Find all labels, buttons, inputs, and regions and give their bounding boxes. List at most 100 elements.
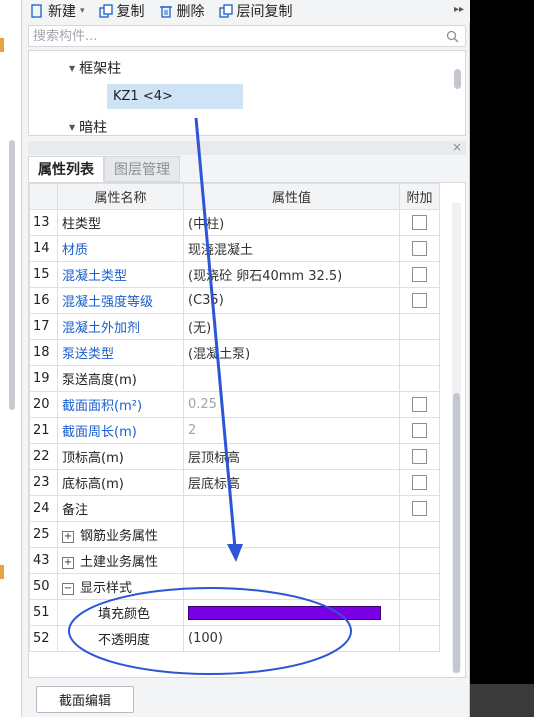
row-number: 16	[29, 287, 58, 314]
grid-scrollbar[interactable]	[452, 203, 461, 673]
extra-checkbox[interactable]	[412, 215, 427, 230]
tree-item-label: KZ1 <4>	[113, 89, 173, 104]
extra-checkbox[interactable]	[412, 449, 427, 464]
extra-checkbox[interactable]	[412, 475, 427, 490]
tab-layer-management[interactable]: 图层管理	[104, 156, 180, 182]
table-row[interactable]: 24 备注	[29, 495, 440, 522]
trash-icon	[159, 6, 172, 18]
overflow-chevron-icon[interactable]: ▸▸	[454, 4, 464, 15]
property-value[interactable]: 0.25	[183, 391, 400, 418]
property-value[interactable]: 层顶标高	[183, 443, 400, 470]
grid-scrollbar-thumb[interactable]	[453, 393, 460, 673]
tree-group-frame-column[interactable]: ▼ 框架柱	[69, 58, 121, 78]
tab-property-list[interactable]: 属性列表	[28, 156, 104, 182]
expand-icon[interactable]: +	[62, 530, 74, 543]
chevron-down-icon[interactable]: ▾	[80, 6, 85, 16]
property-value[interactable]	[183, 365, 400, 392]
copy-label: 复制	[116, 4, 145, 20]
table-row[interactable]: 23 底标高(m) 层底标高	[29, 469, 440, 496]
property-value[interactable]: (中柱)	[183, 209, 400, 236]
extra-checkbox[interactable]	[412, 267, 427, 282]
expand-icon[interactable]: +	[62, 556, 74, 569]
table-row[interactable]: 13 柱类型 (中柱)	[29, 209, 440, 236]
copy-icon	[98, 4, 113, 18]
extra-cell	[399, 599, 440, 626]
row-number: 25	[29, 521, 58, 548]
property-value[interactable]: 现浇混凝土	[183, 235, 400, 262]
extra-checkbox[interactable]	[412, 397, 427, 412]
floor-copy-button[interactable]: 层间复制	[218, 1, 293, 21]
row-number: 51	[29, 599, 58, 626]
property-value[interactable]: (100)	[183, 625, 400, 652]
table-row[interactable]: 52 不透明度 (100)	[29, 625, 440, 652]
tree-item-selected[interactable]: KZ1 <4>	[107, 84, 243, 109]
new-button[interactable]: 新建 ▾	[30, 1, 85, 21]
fill-color-swatch[interactable]	[188, 605, 381, 620]
property-name-text: 截面面积(m²)	[62, 399, 143, 414]
property-name: 填充颜色	[57, 599, 184, 626]
property-name[interactable]: + 钢筋业务属性	[57, 521, 184, 548]
property-name-text: 柱类型	[62, 217, 102, 232]
table-row[interactable]: 43 + 土建业务属性	[29, 547, 440, 574]
property-value[interactable]: 2	[183, 417, 400, 444]
extra-checkbox[interactable]	[412, 423, 427, 438]
property-name[interactable]: − 显示样式	[57, 573, 184, 600]
property-value[interactable]	[183, 547, 400, 574]
close-icon[interactable]: ×	[452, 140, 462, 154]
extra-checkbox[interactable]	[412, 501, 427, 516]
property-panel: 新建 ▾ 复制 删除 层间复制 ▸▸ ▼ 框架柱 KZ1 <4> ▼ 暗柱	[22, 0, 470, 717]
property-name-text: 混凝土强度等级	[62, 295, 154, 310]
property-value[interactable]	[183, 495, 400, 522]
delete-button[interactable]: 删除	[159, 1, 205, 21]
table-row[interactable]: 51 填充颜色	[29, 599, 440, 626]
table-row[interactable]: 19 泵送高度(m)	[29, 365, 440, 392]
property-value[interactable]: (无)	[183, 313, 400, 340]
property-value[interactable]	[183, 573, 400, 600]
search-input[interactable]	[33, 28, 433, 44]
extra-checkbox[interactable]	[412, 293, 427, 308]
property-value[interactable]	[183, 599, 400, 626]
extra-cell	[399, 469, 440, 496]
property-name[interactable]: + 土建业务属性	[57, 547, 184, 574]
table-row[interactable]: 25 + 钢筋业务属性	[29, 521, 440, 548]
table-row[interactable]: 22 顶标高(m) 层顶标高	[29, 443, 440, 470]
table-row[interactable]: 17 混凝土外加剂 (无)	[29, 313, 440, 340]
caret-down-icon[interactable]: ▼	[69, 64, 75, 73]
property-value[interactable]: (混凝土泵)	[183, 339, 400, 366]
tree-scrollbar-thumb[interactable]	[454, 69, 461, 89]
property-name-text: 不透明度	[98, 633, 151, 648]
row-number: 15	[29, 261, 58, 288]
tree-group-label: 暗柱	[79, 120, 108, 136]
marker-tick	[0, 565, 4, 579]
new-icon	[31, 4, 42, 18]
row-number: 43	[29, 547, 58, 574]
drawing-viewport[interactable]	[470, 0, 534, 717]
table-row[interactable]: 20 截面面积(m²) 0.25	[29, 391, 440, 418]
section-edit-button[interactable]: 截面编辑	[36, 686, 134, 713]
property-value[interactable]: (现浇砼 卵石40mm 32.5)	[183, 261, 400, 288]
extra-checkbox[interactable]	[412, 241, 427, 256]
row-number: 24	[29, 495, 58, 522]
caret-down-icon[interactable]: ▼	[69, 123, 75, 132]
property-value[interactable]: (C35)	[183, 287, 400, 314]
collapse-icon[interactable]: −	[62, 582, 74, 595]
row-number: 50	[29, 573, 58, 600]
table-row[interactable]: 21 截面周长(m) 2	[29, 417, 440, 444]
panel-divider: ×	[28, 140, 466, 155]
table-row[interactable]: 15 混凝土类型 (现浇砼 卵石40mm 32.5)	[29, 261, 440, 288]
table-row[interactable]: 16 混凝土强度等级 (C35)	[29, 287, 440, 314]
left-scrollbar[interactable]	[9, 140, 15, 410]
left-side-strip	[0, 0, 22, 717]
tree-group-hidden-column[interactable]: ▼ 暗柱	[69, 117, 108, 136]
property-value[interactable]	[183, 521, 400, 548]
search-icon[interactable]	[446, 30, 459, 43]
tab-bar: 属性列表 图层管理	[28, 156, 466, 182]
copy-button[interactable]: 复制	[98, 1, 145, 21]
extra-cell	[399, 443, 440, 470]
table-row[interactable]: 18 泵送类型 (混凝土泵)	[29, 339, 440, 366]
table-row[interactable]: 14 材质 现浇混凝土	[29, 235, 440, 262]
property-value[interactable]: 层底标高	[183, 469, 400, 496]
table-row[interactable]: 50− 显示样式	[29, 573, 440, 600]
property-name-text: 泵送类型	[62, 347, 115, 362]
property-name-text: 顶标高(m)	[62, 451, 124, 466]
